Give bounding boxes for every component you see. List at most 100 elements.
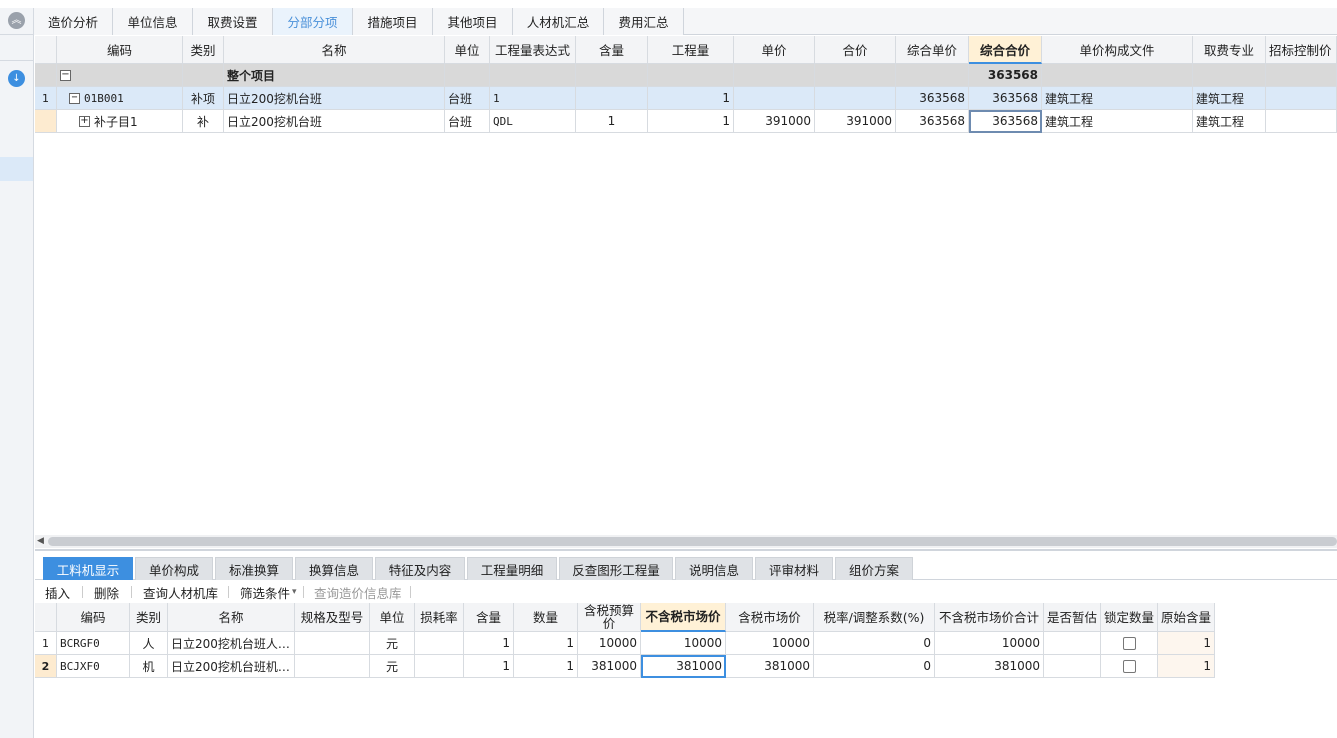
col-header-fee-type[interactable]: 取费专业	[1193, 36, 1266, 64]
res-name[interactable]: 日立200挖机台班机…	[168, 655, 295, 678]
item-name[interactable]: 日立200挖机台班	[224, 110, 445, 133]
tab-standard-conversion[interactable]: 标准换算	[215, 557, 293, 580]
item-name[interactable]: 日立200挖机台班	[224, 87, 445, 110]
col-header-name[interactable]: 名称	[224, 36, 445, 64]
tab-resource-summary[interactable]: 人材机汇总	[513, 8, 604, 35]
tab-reverse-lookup[interactable]: 反查图形工程量	[559, 557, 673, 580]
delete-button[interactable]: 删除	[94, 581, 119, 603]
pane-divider[interactable]	[35, 549, 1337, 551]
table-row[interactable]: 2 BCJXF0 机 日立200挖机台班机… 元 1 1 381000 3810…	[35, 655, 1215, 678]
tab-features-content[interactable]: 特征及内容	[375, 557, 465, 580]
item-unit-price[interactable]	[734, 87, 815, 110]
item-type[interactable]: 补	[183, 110, 224, 133]
item-code[interactable]: −01B001	[57, 87, 183, 110]
item-bid-control[interactable]	[1266, 110, 1337, 133]
col-header-code[interactable]: 编码	[57, 36, 183, 64]
item-expr[interactable]: QDL	[490, 110, 576, 133]
rail-selected-item[interactable]	[0, 157, 33, 181]
item-quantity[interactable]: 1	[648, 110, 734, 133]
col-header-name[interactable]: 名称	[168, 603, 295, 632]
col-header-spec[interactable]: 规格及型号	[295, 603, 370, 632]
item-fee-type[interactable]: 建筑工程	[1193, 110, 1266, 133]
tab-description[interactable]: 说明信息	[675, 557, 753, 580]
col-header-comp-total[interactable]: 综合合价	[969, 36, 1042, 64]
col-header-locked[interactable]: 锁定数量	[1101, 603, 1158, 632]
item-ratio[interactable]: 1	[576, 110, 648, 133]
res-ratio[interactable]: 1	[464, 655, 514, 678]
tab-unit-info[interactable]: 单位信息	[113, 8, 193, 35]
item-comp-total[interactable]: 363568	[969, 110, 1042, 133]
item-expr[interactable]: 1	[490, 87, 576, 110]
item-total-price[interactable]	[815, 87, 896, 110]
item-unit[interactable]: 台班	[445, 110, 490, 133]
col-header-provisional[interactable]: 是否暂估	[1044, 603, 1101, 632]
item-comp-unit-price[interactable]: 363568	[896, 87, 969, 110]
tab-fee-settings[interactable]: 取费设置	[193, 8, 273, 35]
res-notax-market[interactable]: 381000	[641, 655, 726, 678]
res-rate[interactable]: 0	[814, 655, 935, 678]
filter-dropdown[interactable]: 筛选条件 ▾	[240, 581, 297, 603]
col-header-unit[interactable]: 单位	[445, 36, 490, 64]
query-resource-library-button[interactable]: 查询人材机库	[143, 581, 218, 603]
res-qty[interactable]: 1	[514, 655, 578, 678]
horizontal-scrollbar[interactable]: ◀	[35, 535, 1337, 548]
scrollbar-thumb[interactable]	[48, 537, 1337, 546]
collapse-box-icon[interactable]: −	[69, 92, 80, 104]
res-provisional[interactable]	[1044, 632, 1101, 655]
res-type[interactable]: 人	[130, 632, 168, 655]
col-header-loss-rate[interactable]: 损耗率	[415, 603, 464, 632]
item-ratio[interactable]	[576, 87, 648, 110]
scroll-left-arrow-icon[interactable]: ◀	[37, 535, 44, 548]
locked-checkbox[interactable]	[1122, 659, 1136, 673]
col-header-qty[interactable]: 数量	[514, 603, 578, 632]
res-qty[interactable]: 1	[514, 632, 578, 655]
col-header-price-file[interactable]: 单价构成文件	[1042, 36, 1193, 64]
res-tax-budget[interactable]: 10000	[578, 632, 641, 655]
insert-button[interactable]: 插入	[45, 581, 70, 603]
tab-cost-analysis[interactable]: 造价分析	[34, 8, 113, 35]
res-name[interactable]: 日立200挖机台班人…	[168, 632, 295, 655]
item-price-file[interactable]: 建筑工程	[1042, 110, 1193, 133]
col-header-expr[interactable]: 工程量表达式	[490, 36, 576, 64]
item-price-file[interactable]: 建筑工程	[1042, 87, 1193, 110]
item-unit-price[interactable]: 391000	[734, 110, 815, 133]
table-row[interactable]: + 补子目1 补 日立200挖机台班 台班 QDL 1 1 391000 3910…	[35, 110, 1337, 133]
col-header-orig-ratio[interactable]: 原始含量	[1158, 603, 1215, 632]
tab-unit-price-composition[interactable]: 单价构成	[135, 557, 213, 580]
tab-resources-display[interactable]: 工料机显示	[43, 557, 133, 580]
tab-quantity-details[interactable]: 工程量明细	[467, 557, 557, 580]
tab-pricing-plan[interactable]: 组价方案	[835, 557, 913, 580]
res-loss[interactable]	[415, 632, 464, 655]
res-notax-market[interactable]: 10000	[641, 632, 726, 655]
item-comp-total[interactable]: 363568	[969, 87, 1042, 110]
tab-fee-summary[interactable]: 费用汇总	[604, 8, 684, 35]
query-price-info-button[interactable]: 查询造价信息库	[314, 581, 402, 603]
tab-measures[interactable]: 措施项目	[353, 8, 433, 35]
item-fee-type[interactable]: 建筑工程	[1193, 87, 1266, 110]
col-header-quantity[interactable]: 工程量	[648, 36, 734, 64]
item-code[interactable]: + 补子目1	[57, 110, 183, 133]
table-row[interactable]: 1 −01B001 补项 日立200挖机台班 台班 1 1 363568 363…	[35, 87, 1337, 110]
item-unit[interactable]: 台班	[445, 87, 490, 110]
tab-other-items[interactable]: 其他项目	[433, 8, 513, 35]
res-loss[interactable]	[415, 655, 464, 678]
res-notax-total[interactable]: 10000	[935, 632, 1044, 655]
col-header-notax-total[interactable]: 不含税市场价合计	[935, 603, 1044, 632]
col-header-bid-control[interactable]: 招标控制价	[1266, 36, 1337, 64]
collapse-box-icon[interactable]: −	[60, 69, 71, 81]
col-header-type[interactable]: 类别	[130, 603, 168, 632]
locked-checkbox[interactable]	[1122, 636, 1136, 650]
item-quantity[interactable]: 1	[648, 87, 734, 110]
col-header-code[interactable]: 编码	[57, 603, 130, 632]
res-unit[interactable]: 元	[370, 655, 415, 678]
tab-review-materials[interactable]: 评审材料	[755, 557, 833, 580]
tab-conversion-info[interactable]: 换算信息	[295, 557, 373, 580]
col-header-rate[interactable]: 税率/调整系数(%)	[814, 603, 935, 632]
res-notax-total[interactable]: 381000	[935, 655, 1044, 678]
res-rate[interactable]: 0	[814, 632, 935, 655]
double-chevron-up-icon[interactable]: ︽	[8, 12, 25, 29]
item-total-price[interactable]: 391000	[815, 110, 896, 133]
col-header-tax-budget[interactable]: 含税预算价	[578, 603, 641, 632]
res-code[interactable]: BCJXF0	[57, 655, 130, 678]
col-header-comp-unit-price[interactable]: 综合单价	[896, 36, 969, 64]
